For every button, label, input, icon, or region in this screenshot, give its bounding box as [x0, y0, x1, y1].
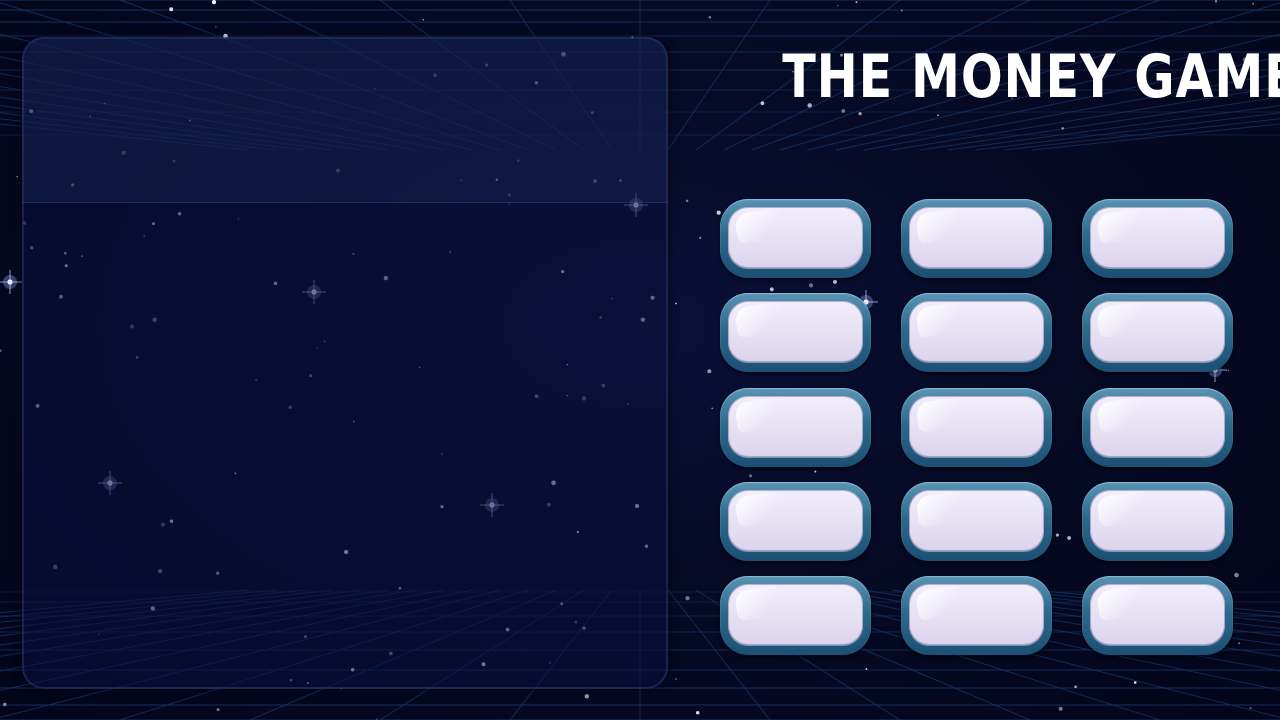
money-button-face	[1090, 396, 1225, 457]
button-gloss	[734, 301, 784, 339]
money-button-face	[728, 396, 863, 457]
game-board: THE MONEY GAME	[0, 0, 1280, 720]
game-title: THE MONEY GAME	[782, 42, 1280, 112]
money-button-face	[1090, 490, 1225, 551]
money-button-face	[728, 584, 863, 645]
money-button-face	[909, 301, 1044, 362]
money-button-13[interactable]	[720, 576, 871, 655]
money-button-face	[1090, 584, 1225, 645]
money-button-face	[728, 301, 863, 362]
question-panel	[22, 37, 668, 689]
money-button-face	[728, 207, 863, 268]
money-button-1[interactable]	[720, 199, 871, 278]
money-button-6[interactable]	[1082, 293, 1233, 372]
money-button-4[interactable]	[720, 293, 871, 372]
button-gloss	[1096, 584, 1146, 622]
button-gloss	[734, 584, 784, 622]
button-gloss	[734, 207, 784, 245]
money-button-2[interactable]	[901, 199, 1052, 278]
button-gloss	[915, 396, 965, 434]
money-button-12[interactable]	[1082, 482, 1233, 561]
money-button-15[interactable]	[1082, 576, 1233, 655]
money-button-face	[1090, 207, 1225, 268]
button-gloss	[1096, 207, 1146, 245]
money-button-7[interactable]	[720, 388, 871, 467]
money-button-grid	[720, 199, 1234, 659]
money-button-8[interactable]	[901, 388, 1052, 467]
money-button-5[interactable]	[901, 293, 1052, 372]
money-button-9[interactable]	[1082, 388, 1233, 467]
money-button-3[interactable]	[1082, 199, 1233, 278]
money-button-face	[909, 396, 1044, 457]
button-gloss	[734, 396, 784, 434]
button-gloss	[915, 301, 965, 339]
button-gloss	[915, 490, 965, 528]
money-button-face	[909, 207, 1044, 268]
question-header-band	[22, 37, 668, 203]
button-gloss	[734, 490, 784, 528]
button-gloss	[1096, 301, 1146, 339]
money-button-11[interactable]	[901, 482, 1052, 561]
money-button-face	[909, 584, 1044, 645]
button-gloss	[915, 207, 965, 245]
button-gloss	[1096, 490, 1146, 528]
money-button-14[interactable]	[901, 576, 1052, 655]
money-button-face	[909, 490, 1044, 551]
button-gloss	[1096, 396, 1146, 434]
money-button-face	[728, 490, 863, 551]
money-button-10[interactable]	[720, 482, 871, 561]
button-gloss	[915, 584, 965, 622]
money-button-face	[1090, 301, 1225, 362]
